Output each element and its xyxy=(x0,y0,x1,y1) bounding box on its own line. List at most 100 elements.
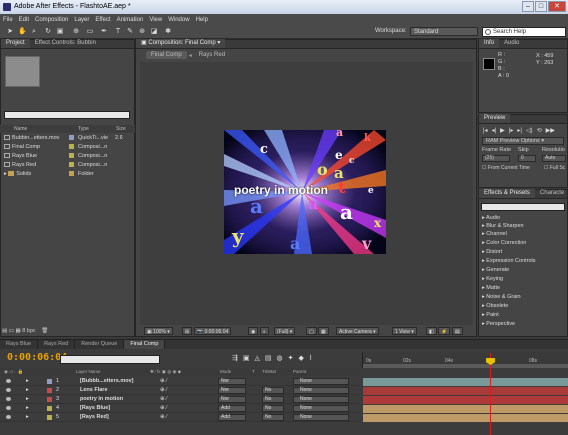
expand-triangle-icon[interactable]: ▸ xyxy=(4,171,7,177)
eraser-tool-icon[interactable]: ◪ xyxy=(150,28,158,36)
snapshot-icon[interactable]: ◉ xyxy=(248,327,259,335)
timeline-search-input[interactable] xyxy=(60,355,160,364)
hand-tool-icon[interactable]: ✋ xyxy=(18,28,27,36)
brush-tool-icon[interactable]: ✎ xyxy=(126,28,134,36)
new-folder-icon[interactable]: ▭ xyxy=(9,328,14,334)
menu-view[interactable]: View xyxy=(149,17,162,23)
expand-triangle-icon[interactable]: ▸ xyxy=(26,395,29,404)
menu-effect[interactable]: Effect xyxy=(95,17,110,23)
timeline-layer-row[interactable]: ▸ 3 poetry in motion ⊕ ∕ Nor No None xyxy=(0,395,360,404)
layer-switches-icon[interactable]: ⊕ ∕ xyxy=(160,377,167,386)
new-comp-icon[interactable]: ▦ xyxy=(15,328,20,334)
tab-preview[interactable]: Preview xyxy=(479,114,511,123)
last-frame-icon[interactable]: ▸| xyxy=(517,127,522,134)
column-trkmat[interactable]: TrkMat xyxy=(262,368,276,376)
column-t[interactable]: T xyxy=(252,368,255,376)
first-frame-icon[interactable]: |◂ xyxy=(483,127,488,134)
menu-layer[interactable]: Layer xyxy=(74,17,89,23)
tab-audio[interactable]: Audio xyxy=(499,39,524,48)
resolution-select[interactable]: Auto xyxy=(542,155,566,162)
effect-category[interactable]: ▸ Blur & Sharpen xyxy=(482,222,524,230)
blend-mode-select[interactable]: Nor xyxy=(218,396,246,403)
layer-duration-bar[interactable] xyxy=(363,387,568,395)
loop-icon[interactable]: ⟲ xyxy=(537,127,542,134)
frame-rate-select[interactable]: (25) xyxy=(482,155,510,162)
layer-label-color[interactable] xyxy=(47,406,52,411)
full-screen-checkbox[interactable]: ☐ Full Sc xyxy=(544,164,565,173)
tab-effect-controls[interactable]: Effect Controls: Bubbin xyxy=(30,39,101,48)
camera-view-select[interactable]: Active Camera ▾ xyxy=(336,327,379,335)
layer-duration-bar[interactable] xyxy=(363,396,568,404)
graph-editor-icon[interactable]: ⌇ xyxy=(309,354,312,362)
effect-category[interactable]: ▸ Expression Controls xyxy=(482,257,536,265)
visibility-eye-icon[interactable] xyxy=(6,415,11,419)
layer-switches-icon[interactable]: ⊕ ∕ xyxy=(160,395,167,404)
menu-composition[interactable]: Composition xyxy=(35,17,68,23)
fast-previews-icon[interactable]: ⚡ xyxy=(438,327,451,335)
rotate-tool-icon[interactable]: ↻ xyxy=(44,28,52,36)
layer-duration-bar[interactable] xyxy=(363,414,568,422)
minimize-button[interactable]: – xyxy=(522,1,534,12)
timeline-layer-row[interactable]: ▸ 2 Lens Flare ⊕ ∕ Nor No None xyxy=(0,386,360,395)
from-current-time-checkbox[interactable]: ☐ From Current Time xyxy=(482,164,530,173)
tab-character[interactable]: Characte xyxy=(535,189,568,198)
hide-shy-layers-icon[interactable]: ◬ xyxy=(255,354,260,362)
show-channel-icon[interactable]: ◐ xyxy=(260,327,270,335)
parent-select[interactable]: None xyxy=(293,387,349,394)
layer-name[interactable]: [Rays Red] xyxy=(80,413,109,422)
project-item[interactable]: Rays Blue Composi...n xyxy=(4,152,132,160)
layer-name[interactable]: [Rays Blue] xyxy=(80,404,110,413)
effect-category[interactable]: ▸ Matte xyxy=(482,284,500,292)
menu-file[interactable]: File xyxy=(3,17,13,23)
auto-keyframe-icon[interactable]: ◆ xyxy=(299,354,304,362)
layer-label-color[interactable] xyxy=(47,388,52,393)
close-button[interactable]: ✕ xyxy=(548,1,566,12)
layer-name[interactable]: [Bubbb...etters.mov] xyxy=(80,377,133,386)
pen-tool-icon[interactable]: ✒ xyxy=(100,28,108,36)
effect-category[interactable]: ▸ Channel xyxy=(482,230,507,238)
expand-triangle-icon[interactable]: ▸ xyxy=(26,413,29,422)
expand-triangle-icon[interactable]: ▸ xyxy=(26,377,29,386)
breadcrumb-final-comp[interactable]: Final Comp xyxy=(146,51,187,59)
previous-frame-icon[interactable]: ◂| xyxy=(492,127,497,134)
column-name[interactable]: Name xyxy=(14,125,27,133)
layer-name[interactable]: Lens Flare xyxy=(80,386,108,395)
track-matte-select[interactable]: No xyxy=(262,414,284,421)
layer-duration-bar[interactable] xyxy=(363,378,568,386)
resolution-select[interactable]: (Full) ▾ xyxy=(274,327,296,335)
tab-final-comp[interactable]: Final Comp xyxy=(124,340,166,349)
text-tool-icon[interactable]: T xyxy=(114,28,122,36)
play-icon[interactable]: ▶ xyxy=(500,127,505,134)
effect-category[interactable]: ▸ Obsolete xyxy=(482,302,508,310)
project-item[interactable]: Final Comp Composi...n xyxy=(4,143,132,151)
grid-toggle-icon[interactable]: ⊞ xyxy=(182,327,193,335)
column-layer-name[interactable]: Layer Name xyxy=(76,368,101,376)
column-parent[interactable]: Parent xyxy=(293,368,306,376)
layer-name[interactable]: poetry in motion xyxy=(80,395,123,404)
frame-blending-icon[interactable]: ▤ xyxy=(265,354,272,362)
expand-triangle-icon[interactable]: ▸ xyxy=(26,404,29,413)
parent-select[interactable]: None xyxy=(293,396,349,403)
effects-search-input[interactable] xyxy=(481,203,565,211)
blend-mode-select[interactable]: Add xyxy=(218,405,246,412)
timeline-layer-row[interactable]: ▸ 4 [Rays Blue] ⊕ ∕ Add No None xyxy=(0,404,360,413)
menu-window[interactable]: Window xyxy=(168,17,189,23)
tab-render-queue[interactable]: Render Queue xyxy=(75,340,125,349)
pan-behind-tool-icon[interactable]: ⊕ xyxy=(72,28,80,36)
toggle-pixel-aspect-icon[interactable]: ◧ xyxy=(426,327,437,335)
layer-duration-bar[interactable] xyxy=(363,405,568,413)
menu-edit[interactable]: Edit xyxy=(19,17,29,23)
mask-tool-icon[interactable]: ▭ xyxy=(86,28,94,36)
expand-triangle-icon[interactable]: ▸ xyxy=(26,386,29,395)
parent-select[interactable]: None xyxy=(293,405,349,412)
ram-preview-icon[interactable]: ▶▶ xyxy=(546,127,555,134)
tab-info[interactable]: Info xyxy=(479,39,500,48)
project-item[interactable]: Bubbin...etters.mov QuickTi...vie 2.6 xyxy=(4,134,132,142)
column-size[interactable]: Size xyxy=(116,125,126,133)
layer-switches-icon[interactable]: ⊕ ∕ xyxy=(160,386,167,395)
blend-mode-select[interactable]: Nor xyxy=(218,387,246,394)
search-help-input[interactable]: Search Help xyxy=(482,27,566,37)
breadcrumb-rays-red[interactable]: Rays Red xyxy=(194,51,230,59)
bit-depth-button[interactable]: 8 bpc xyxy=(22,328,35,334)
brainstorm-icon[interactable]: ✦ xyxy=(288,354,294,362)
